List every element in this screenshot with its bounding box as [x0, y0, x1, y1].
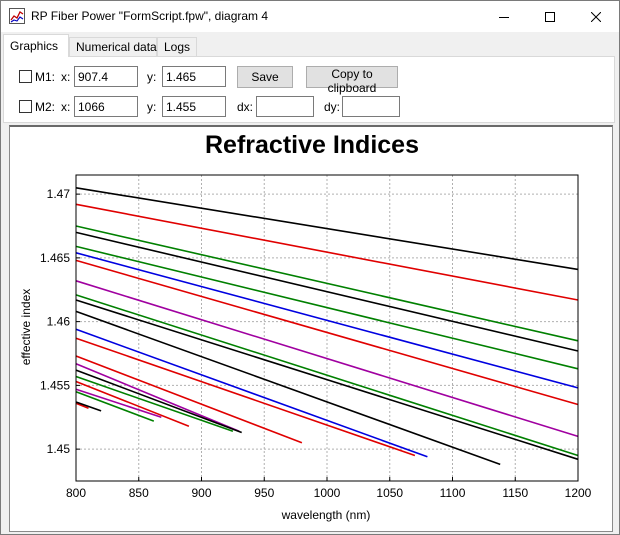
close-icon — [591, 11, 601, 22]
refractive-index-chart[interactable]: Refractive Indices 800 850 900 950 1000 1050 1… — [10, 127, 612, 530]
x-tick-label: 850 — [129, 486, 149, 500]
series-line-12 — [75, 328, 428, 458]
marker-2-dx-input[interactable] — [256, 96, 314, 117]
x-tick-label: 1100 — [440, 486, 466, 500]
marker-2-dy-input[interactable] — [342, 96, 400, 117]
chart-title: Refractive Indices — [205, 131, 419, 159]
y-tick-label: 1.455 — [40, 378, 70, 392]
tab-numerical-data[interactable]: Numerical data — [69, 37, 157, 56]
x-tick-label: 950 — [254, 486, 274, 500]
x-tick-label: 1000 — [314, 486, 341, 500]
marker-1-x-label: x: — [61, 70, 71, 84]
window-title: RP Fiber Power "FormScript.fpw", diagram… — [31, 9, 269, 23]
marker-1-y-label: y: — [147, 70, 157, 84]
x-tick-label: 1050 — [376, 486, 403, 500]
series-line-22 — [75, 401, 102, 412]
app-icon — [9, 8, 25, 24]
marker-1-checkbox[interactable] — [19, 70, 32, 83]
tab-logs[interactable]: Logs — [157, 37, 197, 56]
series-line-13 — [75, 337, 416, 457]
maximize-button[interactable] — [527, 1, 573, 32]
app-window: RP Fiber Power "FormScript.fpw", diagram… — [0, 0, 620, 535]
tab-strip: Graphics Numerical data Logs — [1, 34, 619, 57]
marker-2-label: M2: — [35, 100, 56, 114]
x-axis-label: wavelength (nm) — [281, 508, 371, 522]
marker-panel: M1: x: y: Save Copy to clipboard M2: x: … — [3, 56, 615, 123]
y-tick-label: 1.465 — [40, 251, 70, 265]
axis-ticks: 800 850 900 950 1000 1050 1100 1150 1200 1.45 1.45… — [40, 187, 592, 500]
x-tick-label: 1200 — [565, 486, 592, 500]
x-tick-label: 900 — [191, 486, 211, 500]
marker-1-y-input[interactable] — [162, 66, 226, 87]
series-line-2 — [75, 203, 579, 301]
marker-2-row: M2: x: y: dx: dy: — [4, 96, 614, 118]
series-lines — [75, 187, 579, 466]
marker-2-x-input[interactable] — [74, 96, 138, 117]
marker-2-x-label: x: — [61, 100, 71, 114]
x-tick-label: 800 — [66, 486, 86, 500]
marker-2-checkbox[interactable] — [19, 100, 32, 113]
tab-graphics[interactable]: Graphics — [3, 34, 69, 57]
marker-2-y-label: y: — [147, 100, 157, 114]
close-button[interactable] — [573, 1, 619, 32]
marker-2-dy-label: dy: — [324, 100, 341, 114]
minimize-button[interactable] — [481, 1, 527, 32]
save-button[interactable]: Save — [237, 66, 293, 88]
minimize-icon — [499, 16, 509, 18]
maximize-icon — [545, 11, 555, 22]
y-tick-label: 1.45 — [47, 442, 71, 456]
y-tick-label: 1.47 — [47, 187, 71, 201]
marker-1-x-input[interactable] — [74, 66, 138, 87]
marker-1-label: M1: — [35, 70, 56, 84]
y-tick-label: 1.46 — [47, 315, 71, 329]
marker-2-y-input[interactable] — [162, 96, 226, 117]
copy-to-clipboard-button[interactable]: Copy to clipboard — [306, 66, 398, 95]
y-axis-label: effective index — [19, 289, 33, 366]
marker-1-row: M1: x: y: Save Copy to clipboard — [4, 66, 614, 95]
x-tick-label: 1150 — [502, 486, 528, 500]
plot-frame[interactable]: Refractive Indices 800 850 900 950 1000 1050 1… — [9, 125, 613, 532]
title-bar[interactable]: RP Fiber Power "FormScript.fpw", diagram… — [1, 1, 619, 32]
marker-2-dx-label: dx: — [237, 100, 254, 114]
